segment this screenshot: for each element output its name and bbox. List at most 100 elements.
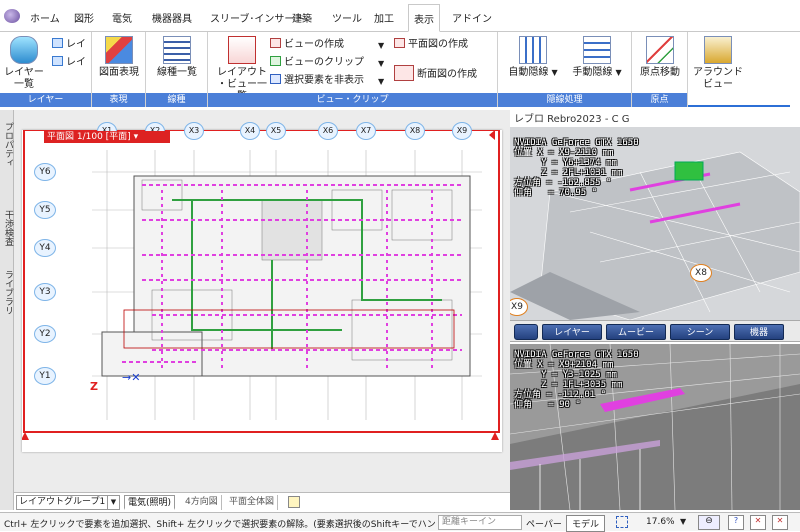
grid-bubble-x[interactable]: X3 [184, 122, 204, 140]
render-scene-button[interactable]: シーン [670, 324, 730, 340]
tab-denki[interactable]: 電気 [112, 10, 132, 25]
new-layout-icon[interactable] [288, 496, 300, 508]
tab-kako[interactable]: 加工 [374, 10, 394, 25]
drawing-sheet[interactable]: Z →✕ X1 X2 X3 X4 X5 X6 X7 X8 X9 Y6 Y5 Y4… [21, 122, 502, 452]
chevron-down-icon[interactable]: ▾ [134, 132, 139, 142]
grid-bubble-x[interactable]: X6 [318, 122, 338, 140]
group-inpei: 自動隠線 ▼ 手動隠線 ▼ 隠線処理 [498, 32, 632, 107]
drawing-expression-icon [105, 36, 133, 64]
chevron-down-icon[interactable]: ▼ [378, 41, 384, 50]
tab-kenchiku[interactable]: 建築 [292, 10, 312, 25]
origin-move-button[interactable]: 原点移動 [634, 36, 686, 79]
hide-icon [270, 74, 281, 84]
view-title-bar[interactable]: 平面図 1/100 [平面] ▾ [44, 131, 170, 143]
paper-button[interactable]: ペーパー [526, 517, 562, 530]
view-clip-button[interactable]: ビューのクリップ [270, 56, 364, 70]
layout-tab-4dir[interactable]: 4方向図 [182, 495, 222, 510]
hidden-line-icon [583, 36, 611, 64]
grid-bubble-x[interactable]: X8 [405, 122, 425, 140]
layout-tab-denki[interactable]: 電気(照明) [124, 495, 176, 510]
ribbon-tab-bar: ホーム 図形 電気 機器器具 スリーブ･インサート 建築 ツール 加工 表示 ア… [0, 0, 800, 32]
status-hint: Ctrl+ 左クリックで要素を追加選択、Shift+ 左クリックで選択要素の解除… [4, 520, 436, 530]
grid-bubble-x: X8 [690, 264, 712, 282]
render-hud-bottom: NVIDIA GeForce GTX 1650 位置 X = X9+2104 mm… [514, 350, 639, 410]
plan-create-button[interactable]: 平面図の作成 [394, 38, 468, 52]
side-tab-property[interactable]: プロパティ [2, 122, 13, 167]
drawing-canvas[interactable]: Z →✕ X1 X2 X3 X4 X5 X6 X7 X8 X9 Y6 Y5 Y4… [14, 110, 510, 492]
toggle-icon-1[interactable]: ? [728, 515, 744, 530]
grid-bubble-y[interactable]: Y2 [34, 325, 56, 343]
layout-group-select[interactable]: レイアウトグループ1 ▼ [16, 495, 120, 510]
side-panel-tabs: プロパティ 干渉検査 ライブラリ [0, 110, 14, 510]
group-view-clip: レイアウト ・ビュー一覧 ビューの作成 ビューのクリップ 選択要素を非表示 ▼ … [208, 32, 498, 107]
zoom-dropdown-icon[interactable]: ▼ [680, 517, 686, 526]
group-label-senshu: 線種 [146, 93, 207, 107]
grid-bubble-y[interactable]: Y3 [34, 283, 56, 301]
grid-bubble-x[interactable]: X5 [266, 122, 286, 140]
status-bar: Ctrl+ 左クリックで要素を追加選択、Shift+ 左クリックで選択要素の解除… [0, 512, 800, 532]
around-view-icon [704, 36, 732, 64]
tab-kiki[interactable]: 機器器具 [152, 10, 192, 25]
layer-small-button-1[interactable]: レイ [52, 38, 86, 52]
group-label-view-clip: ビュー・クリップ [208, 93, 497, 107]
zumen-hyogen-button[interactable]: 図面表現 [94, 36, 144, 79]
tab-hyoji[interactable]: 表示 [408, 4, 440, 32]
render-movie-button[interactable]: ムービー [606, 324, 666, 340]
layer-stack-icon [10, 36, 38, 64]
cg-render-view-top[interactable]: レブロ Rebro2023 - C G NVIDIA GeForce GTX 1… [510, 112, 800, 320]
group-senshu: 線種一覧 線種 [146, 32, 208, 107]
side-tab-library[interactable]: ライブラリ [2, 270, 13, 315]
fit-view-icon[interactable] [616, 516, 628, 528]
grid-bubble-x[interactable]: X7 [356, 122, 376, 140]
distance-keyin-field[interactable]: 距離キーイン [438, 515, 522, 530]
manual-hidden-line-button[interactable]: 手動隠線 ▼ [566, 36, 628, 79]
side-tab-interference[interactable]: 干渉検査 [2, 210, 13, 246]
cg-render-view-bottom[interactable]: NVIDIA GeForce GTX 1650 位置 X = X9+2104 mm… [510, 344, 800, 510]
grid-bubble-y[interactable]: Y1 [34, 367, 56, 385]
grid-bubble-x[interactable]: X9 [452, 122, 472, 140]
tab-sleeve[interactable]: スリーブ･インサート [210, 10, 304, 25]
toggle-icon-3[interactable]: ✕ [772, 515, 788, 530]
tab-zukei[interactable]: 図形 [74, 10, 94, 25]
app-logo-icon[interactable] [4, 9, 20, 23]
render-layer-button[interactable]: レイヤー [542, 324, 602, 340]
tab-addin[interactable]: アドイン [452, 10, 492, 25]
grid-bubble-y[interactable]: Y4 [34, 239, 56, 257]
layer-small-button-2[interactable]: レイ [52, 56, 86, 70]
linetype-icon [163, 36, 191, 64]
group-label-genten: 原点 [632, 93, 687, 107]
view-create-button[interactable]: ビューの作成 [270, 38, 344, 52]
grid-bubble-y[interactable]: Y6 [34, 163, 56, 181]
tab-home[interactable]: ホーム [30, 10, 60, 25]
section-create-button[interactable]: 断面図の作成 [394, 65, 477, 81]
tab-tool[interactable]: ツール [332, 10, 362, 25]
origin-marker-icon[interactable]: →✕ [122, 371, 140, 384]
view-clip-icon [270, 56, 281, 66]
chevron-down-icon[interactable]: ▼ [378, 59, 384, 68]
linetype-list-button[interactable]: 線種一覧 [150, 36, 204, 79]
section-icon [394, 65, 414, 81]
layout-tab-bar: レイアウトグループ1 ▼ 電気(照明) 4方向図 平面全体図 [14, 492, 510, 512]
toggle-icon-2[interactable]: ✕ [750, 515, 766, 530]
zoom-level[interactable]: 17.6% [646, 517, 675, 527]
render-window-title: レブロ Rebro2023 - C G [510, 112, 800, 127]
grid-bubble-x[interactable]: X4 [240, 122, 260, 140]
layer-list-button[interactable]: レイヤー 一覧 [4, 36, 44, 91]
around-view-button[interactable]: アラウンド ビュー [692, 36, 744, 91]
render-equipment-button[interactable]: 機器 [734, 324, 784, 340]
model-button[interactable]: モデル [566, 515, 606, 532]
auto-hidden-line-button[interactable]: 自動隠線 ▼ [502, 36, 564, 79]
grid-bubble-y[interactable]: Y5 [34, 201, 56, 219]
layer-icon [52, 38, 63, 48]
zoom-out-icon[interactable]: ⊖ [698, 515, 720, 530]
render-hud-top: NVIDIA GeForce GTX 1650 位置 X = X9-2110 mm… [514, 138, 639, 198]
render-toolbar: レイヤー ムービー シーン 機器 [510, 320, 800, 342]
chevron-down-icon[interactable]: ▼ [378, 77, 384, 86]
layer-icon [52, 56, 63, 66]
group-layer: レイヤー 一覧 レイ レイ レイヤー [0, 32, 92, 107]
layout-tab-plan-whole[interactable]: 平面全体図 [226, 495, 279, 510]
render-settings-icon[interactable] [514, 324, 538, 340]
hide-selected-button[interactable]: 選択要素を非表示 [270, 74, 364, 88]
view-create-icon [270, 38, 281, 48]
z-axis-label: Z [90, 380, 98, 393]
